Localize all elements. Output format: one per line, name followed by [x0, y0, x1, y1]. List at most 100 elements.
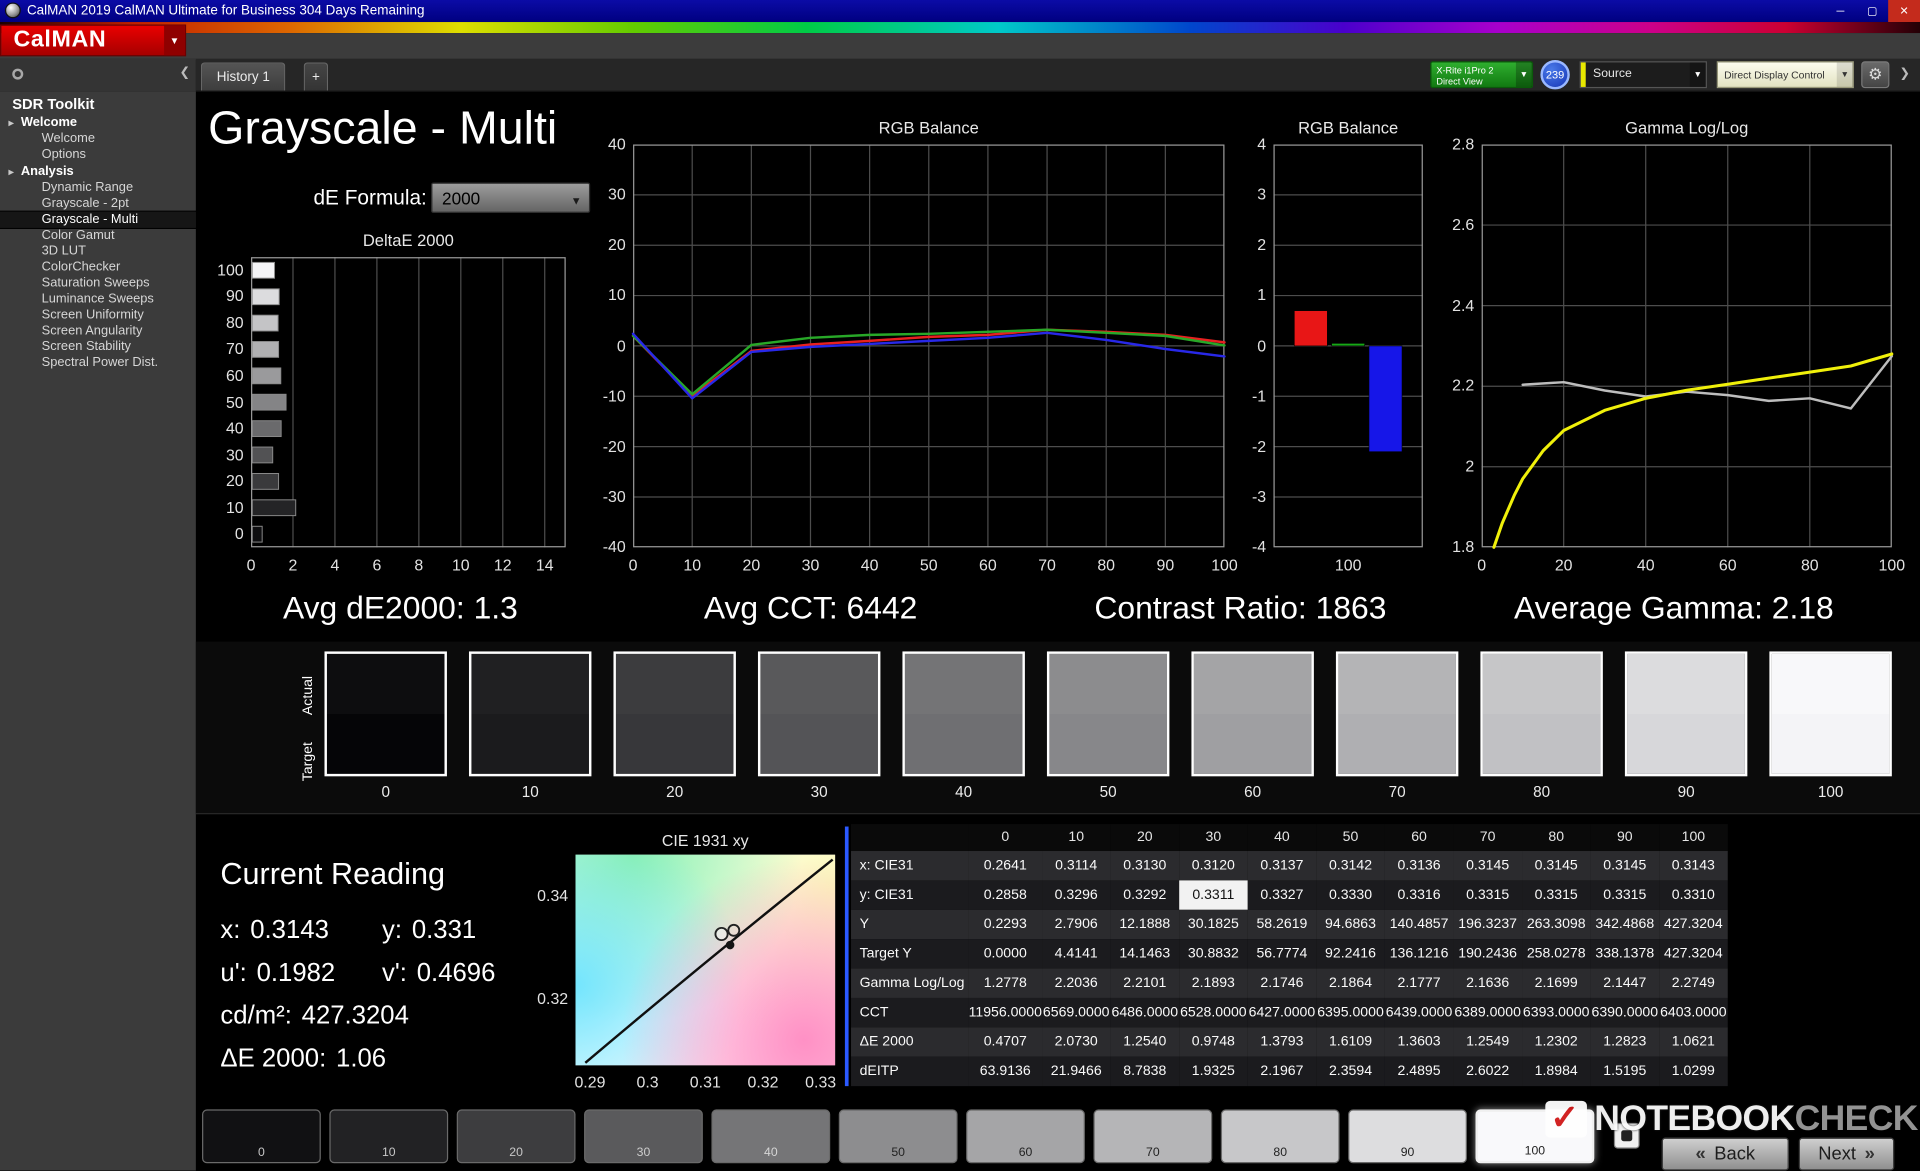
table-cell[interactable]: 0.3145	[1522, 851, 1591, 880]
de-formula-select[interactable]: 2000	[431, 182, 590, 213]
table-cell[interactable]: 0.3145	[1590, 851, 1659, 880]
table-cell[interactable]: 2.1636	[1453, 969, 1522, 998]
add-tab-button[interactable]: +	[304, 62, 328, 90]
display-mode-icon[interactable]	[1614, 1123, 1640, 1149]
table-column-header[interactable]: 50	[1316, 824, 1385, 851]
table-cell[interactable]: 6390.0000	[1590, 998, 1659, 1027]
table-column-header[interactable]: 80	[1522, 824, 1591, 851]
level-button-20[interactable]: 20	[457, 1109, 576, 1163]
sidebar-item-grayscale-2pt[interactable]: Grayscale - 2pt	[0, 196, 196, 212]
table-column-header[interactable]: 30	[1179, 824, 1248, 851]
table-cell[interactable]: 427.3204	[1659, 910, 1728, 939]
table-cell[interactable]: 1.2302	[1522, 1027, 1591, 1056]
table-cell[interactable]: 0.3137	[1248, 851, 1317, 880]
table-cell[interactable]: 1.9325	[1179, 1057, 1248, 1086]
table-cell[interactable]: 6393.0000	[1522, 998, 1591, 1027]
table-column-header[interactable]: 20	[1110, 824, 1179, 851]
sidebar-item-screen-stability[interactable]: Screen Stability	[0, 339, 196, 355]
table-cell[interactable]: 1.2778	[969, 969, 1042, 998]
sidebar-item-dynamic-range[interactable]: Dynamic Range	[0, 180, 196, 196]
table-cell[interactable]: 2.7906	[1042, 910, 1111, 939]
level-button-90[interactable]: 90	[1348, 1109, 1467, 1163]
table-cell[interactable]: 6389.0000	[1453, 998, 1522, 1027]
table-cell[interactable]: 2.0730	[1042, 1027, 1111, 1056]
table-cell[interactable]: 0.3315	[1590, 880, 1659, 909]
table-cell[interactable]: 2.2749	[1659, 969, 1728, 998]
table-cell[interactable]: 0.3316	[1385, 880, 1454, 909]
table-cell[interactable]: 92.2416	[1316, 939, 1385, 968]
table-cell[interactable]: 0.3292	[1110, 880, 1179, 909]
level-button-40[interactable]: 40	[711, 1109, 830, 1163]
record-circle-icon[interactable]	[12, 69, 23, 80]
table-cell[interactable]: 30.1825	[1179, 910, 1248, 939]
calman-logo-menu[interactable]: CalMAN	[0, 24, 186, 56]
sidebar-item-welcome[interactable]: Welcome	[0, 131, 196, 147]
table-cell[interactable]: 1.3603	[1385, 1027, 1454, 1056]
table-cell[interactable]: 6427.0000	[1248, 998, 1317, 1027]
sidebar-item-spectral-power-dist[interactable]: Spectral Power Dist.	[0, 355, 196, 371]
table-cell[interactable]: 6403.0000	[1659, 998, 1728, 1027]
sidebar-item-grayscale-multi[interactable]: Grayscale - Multi	[0, 212, 196, 228]
table-cell[interactable]: 6439.0000	[1385, 998, 1454, 1027]
table-cell[interactable]: 6486.0000	[1110, 998, 1179, 1027]
table-cell[interactable]: 63.9136	[969, 1057, 1042, 1086]
table-cell[interactable]: 0.3330	[1316, 880, 1385, 909]
table-cell[interactable]: 0.3130	[1110, 851, 1179, 880]
tab-history-1[interactable]: History 1	[201, 62, 286, 90]
sidebar-item-screen-angularity[interactable]: Screen Angularity	[0, 323, 196, 339]
table-cell[interactable]: 58.2619	[1248, 910, 1317, 939]
table-cell[interactable]: 2.3594	[1316, 1057, 1385, 1086]
table-cell[interactable]: 140.4857	[1385, 910, 1454, 939]
table-cell[interactable]: 2.6022	[1453, 1057, 1522, 1086]
table-cell[interactable]: 0.3114	[1042, 851, 1111, 880]
sidebar-group-welcome[interactable]: Welcome	[0, 114, 196, 131]
sidebar-item-luminance-sweeps[interactable]: Luminance Sweeps	[0, 291, 196, 307]
table-cell[interactable]: 2.1864	[1316, 969, 1385, 998]
table-cell[interactable]: 6395.0000	[1316, 998, 1385, 1027]
table-cell[interactable]: 2.1447	[1590, 969, 1659, 998]
table-cell[interactable]: 338.1378	[1590, 939, 1659, 968]
table-cell[interactable]: 1.6109	[1316, 1027, 1385, 1056]
table-cell[interactable]: 0.3120	[1179, 851, 1248, 880]
table-cell[interactable]: 21.9466	[1042, 1057, 1111, 1086]
table-cell[interactable]: 0.3327	[1248, 880, 1317, 909]
table-column-header[interactable]: 40	[1248, 824, 1317, 851]
sidebar-item-options[interactable]: Options	[0, 147, 196, 163]
table-cell[interactable]: 190.2436	[1453, 939, 1522, 968]
table-cell[interactable]: 1.0299	[1659, 1057, 1728, 1086]
table-cell[interactable]: 1.2549	[1453, 1027, 1522, 1056]
level-button-70[interactable]: 70	[1093, 1109, 1212, 1163]
minimize-icon[interactable]	[1824, 0, 1856, 22]
level-button-60[interactable]: 60	[966, 1109, 1085, 1163]
table-cell[interactable]: 11956.0000	[969, 998, 1042, 1027]
table-cell[interactable]: 0.2858	[969, 880, 1042, 909]
table-column-header[interactable]: 0	[969, 824, 1042, 851]
table-cell[interactable]: 30.8832	[1179, 939, 1248, 968]
panel-toggle-icon[interactable]	[1896, 61, 1914, 88]
table-cell[interactable]: 6569.0000	[1042, 998, 1111, 1027]
back-button[interactable]: Back	[1662, 1138, 1789, 1171]
table-cell[interactable]: 0.3143	[1659, 851, 1728, 880]
next-button[interactable]: Next	[1799, 1138, 1895, 1171]
table-cell[interactable]: 0.0000	[969, 939, 1042, 968]
table-cell[interactable]: 6528.0000	[1179, 998, 1248, 1027]
table-cell[interactable]: 2.1893	[1179, 969, 1248, 998]
settings-gear-icon[interactable]	[1861, 61, 1889, 88]
table-column-header[interactable]: 10	[1042, 824, 1111, 851]
meter-dropdown[interactable]: X-Rite i1Pro 2 Direct View	[1430, 61, 1533, 88]
table-cell[interactable]: 2.1699	[1522, 969, 1591, 998]
table-cell[interactable]: 56.7774	[1248, 939, 1317, 968]
table-column-header[interactable]: 100	[1659, 824, 1728, 851]
sidebar-item-saturation-sweeps[interactable]: Saturation Sweeps	[0, 276, 196, 292]
level-button-10[interactable]: 10	[329, 1109, 448, 1163]
table-cell[interactable]: 1.3793	[1248, 1027, 1317, 1056]
table-cell[interactable]: 263.3098	[1522, 910, 1591, 939]
table-cell[interactable]: 14.1463	[1110, 939, 1179, 968]
sidebar-group-analysis[interactable]: Analysis	[0, 163, 196, 180]
close-icon[interactable]	[1888, 0, 1920, 22]
selected-table-cell[interactable]: 0.3311	[1179, 880, 1248, 909]
measurement-count-badge[interactable]: 239	[1540, 60, 1569, 89]
table-cell[interactable]: 0.2293	[969, 910, 1042, 939]
table-cell[interactable]: 94.6863	[1316, 910, 1385, 939]
table-cell[interactable]: 1.8984	[1522, 1057, 1591, 1086]
